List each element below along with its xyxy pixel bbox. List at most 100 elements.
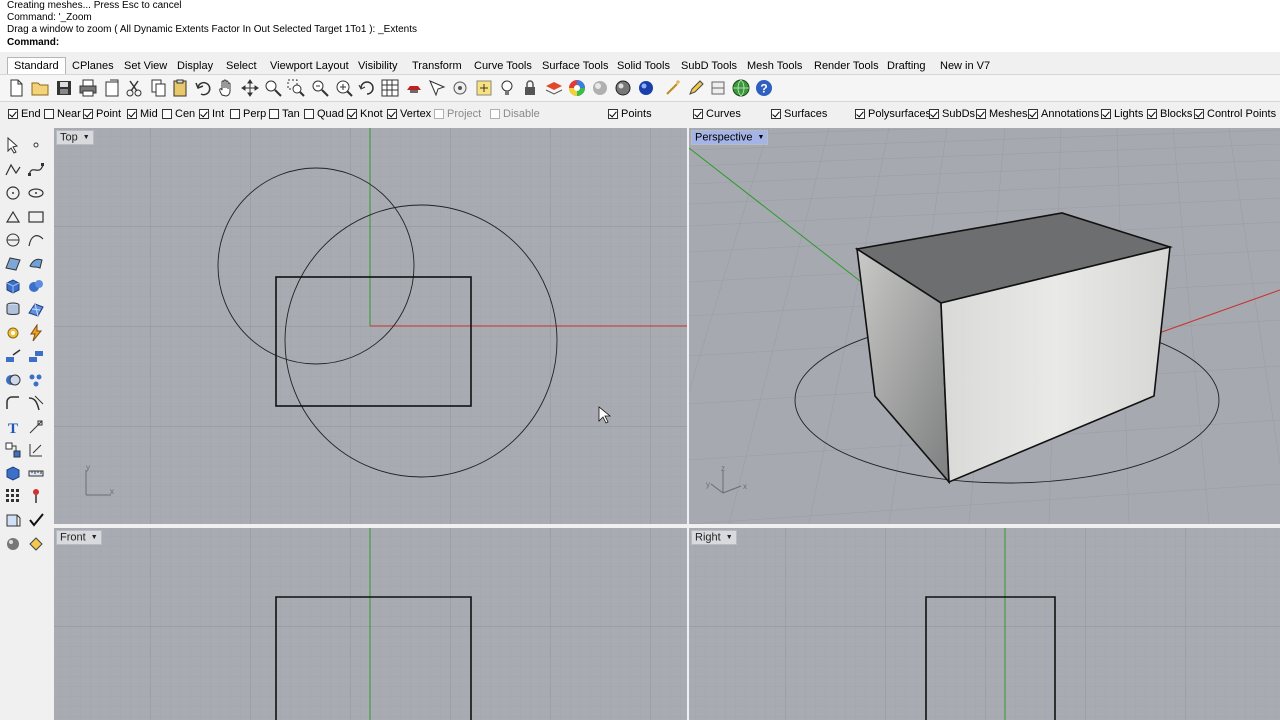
paint-bucket-icon[interactable] [27,534,45,552]
checkbox[interactable] [434,109,444,119]
checkbox[interactable] [387,109,397,119]
dropdown-arrow-icon[interactable]: ▼ [726,531,733,544]
filter-subds[interactable]: SubDs [929,107,975,121]
point-icon[interactable] [27,136,45,154]
undo-icon[interactable] [194,78,214,98]
front-viewport-canvas[interactable] [54,528,687,720]
ruler-icon[interactable] [27,464,45,482]
viewport-title-right[interactable]: Right ▼ [691,530,737,545]
curve-icon[interactable] [27,161,45,179]
filter-control-points[interactable]: Control Points [1194,107,1276,121]
zoom-selected-icon[interactable] [334,78,354,98]
block-icon[interactable] [4,441,22,459]
tab-surface-tools[interactable]: Surface Tools [542,58,608,74]
checkbox[interactable] [1147,109,1157,119]
viewport-front[interactable]: Front ▼ [54,528,687,720]
tab-visibility[interactable]: Visibility [358,58,398,74]
open-icon[interactable] [30,78,50,98]
text-icon[interactable]: T [4,418,22,436]
osnap-tan[interactable]: Tan [269,107,300,121]
help-icon[interactable]: ? [754,78,774,98]
checkbox[interactable] [1101,109,1111,119]
osnap-near[interactable]: Near [44,107,81,121]
checkbox[interactable] [44,109,54,119]
surface-edge-icon[interactable] [27,254,45,272]
command-input[interactable] [52,38,1272,51]
dropdown-arrow-icon[interactable]: ▼ [757,131,764,144]
tab-subd-tools[interactable]: SubD Tools [681,58,737,74]
tab-viewport-layout[interactable]: Viewport Layout [270,58,349,74]
osnap-mid[interactable]: Mid [127,107,158,121]
wand-icon[interactable] [663,78,683,98]
checkbox[interactable] [269,109,279,119]
polyline-icon[interactable] [4,161,22,179]
filter-lights[interactable]: Lights [1101,107,1143,121]
checkbox[interactable] [347,109,357,119]
checkbox[interactable] [230,109,240,119]
rectangle-icon[interactable] [27,208,45,226]
check-icon[interactable] [27,511,45,529]
tab-set-view[interactable]: Set View [124,58,167,74]
checkbox[interactable] [490,109,500,119]
rotate-view-icon[interactable] [357,78,377,98]
checkbox[interactable] [127,109,137,119]
checkbox[interactable] [608,109,618,119]
checkbox[interactable] [1194,109,1204,119]
pin-icon[interactable] [27,487,45,505]
print-icon[interactable] [78,78,98,98]
checkbox[interactable] [855,109,865,119]
checkbox[interactable] [304,109,314,119]
checkbox[interactable] [771,109,781,119]
trim-icon[interactable] [27,394,45,412]
zoom-extents-icon[interactable] [310,78,330,98]
filter-meshes[interactable]: Meshes [976,107,1028,121]
zoom-icon[interactable] [263,78,283,98]
polygon-icon[interactable] [4,231,22,249]
osnap-knot[interactable]: Knot [347,107,383,121]
checkbox[interactable] [693,109,703,119]
layer-cube-icon[interactable] [4,464,22,482]
surface-corner-icon[interactable] [4,254,22,272]
top-viewport-canvas[interactable]: x y [54,128,687,524]
copy-object-icon[interactable] [27,347,45,365]
osnap-point[interactable]: Point [83,107,121,121]
viewport-right[interactable]: Right ▼ [689,528,1280,720]
save-icon[interactable] [54,78,74,98]
right-viewport-canvas[interactable] [689,528,1280,720]
tab-solid-tools[interactable]: Solid Tools [617,58,670,74]
pan-hand-icon[interactable] [216,78,236,98]
options-icon[interactable] [474,78,494,98]
filter-points[interactable]: Points [608,107,652,121]
dimension-icon[interactable] [27,418,45,436]
analyze-icon[interactable] [4,511,22,529]
tab-curve-tools[interactable]: Curve Tools [474,58,532,74]
blue-sphere-icon[interactable] [636,78,656,98]
viewport-title-top[interactable]: Top ▼ [56,130,94,145]
copy-icon[interactable] [148,78,168,98]
checkbox[interactable] [8,109,18,119]
viewport-title-perspective[interactable]: Perspective ▼ [691,130,769,145]
layer-icon[interactable] [544,78,564,98]
dropdown-arrow-icon[interactable]: ▼ [91,531,98,544]
filter-annotations[interactable]: Annotations [1028,107,1099,121]
material-sphere-icon[interactable] [590,78,610,98]
import-icon[interactable] [102,78,122,98]
filter-curves[interactable]: Curves [693,107,741,121]
pencil-icon[interactable] [686,78,706,98]
render-icon[interactable] [613,78,633,98]
box-solid-icon[interactable] [4,277,22,295]
sphere-solid-icon[interactable] [27,277,45,295]
tab-display[interactable]: Display [177,58,213,74]
gear-cube-icon[interactable] [4,324,22,342]
properties-icon[interactable] [427,78,447,98]
move-object-icon[interactable] [4,347,22,365]
filter-blocks[interactable]: Blocks [1147,107,1192,121]
arc-icon[interactable] [4,208,22,226]
perspective-viewport-canvas[interactable]: x y z [689,128,1280,524]
render-small-icon[interactable] [4,534,22,552]
osnap-cen[interactable]: Cen [162,107,195,121]
free-curve-icon[interactable] [27,231,45,249]
bulb-icon[interactable] [497,78,517,98]
cut-icon[interactable] [124,78,144,98]
explode-icon[interactable] [27,371,45,389]
